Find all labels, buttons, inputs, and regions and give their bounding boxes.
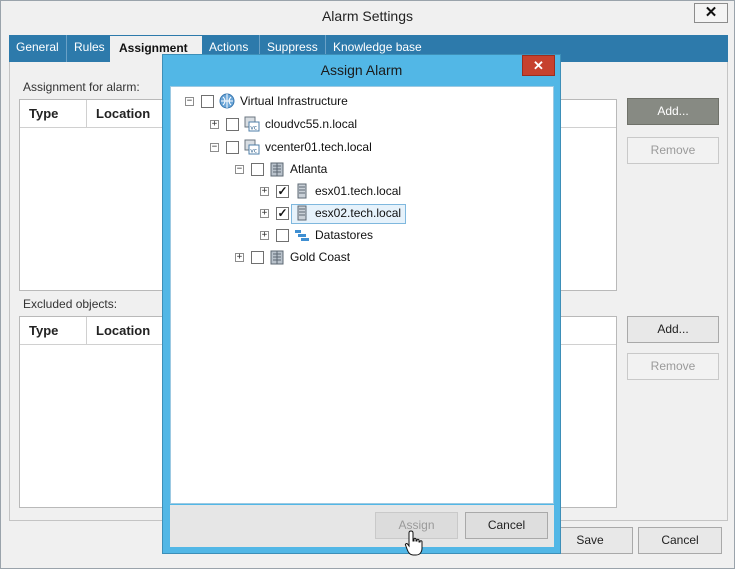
tree-node-label: Virtual Infrastructure [240, 94, 348, 108]
tree-node-atlanta[interactable]: − Atlanta [171, 159, 551, 179]
tree-node-vcenter01[interactable]: − vc vcenter01.tech.local [171, 137, 551, 157]
checkbox-checked[interactable]: ✓ [276, 207, 289, 220]
tab-rules[interactable]: Rules [66, 35, 110, 62]
excluded-remove-button[interactable]: Remove [627, 353, 719, 380]
column-type[interactable]: Type [20, 100, 86, 128]
checkbox[interactable] [251, 163, 264, 176]
datacenter-icon [270, 162, 284, 177]
window-title: Alarm Settings [1, 1, 734, 32]
expand-toggle[interactable]: + [260, 231, 269, 240]
vcenter-icon: vc [244, 116, 260, 132]
collapse-toggle[interactable]: − [235, 165, 244, 174]
tree-node-label: cloudvc55.n.local [265, 117, 358, 131]
tree-node-gold-coast[interactable]: + Gold Coast [171, 247, 551, 267]
tab-general[interactable]: General [9, 35, 65, 62]
infrastructure-icon [219, 93, 235, 109]
host-icon [297, 183, 307, 199]
tree-node-label: esx01.tech.local [315, 184, 402, 198]
assignment-remove-button[interactable]: Remove [627, 137, 719, 164]
expand-toggle[interactable]: + [210, 120, 219, 129]
column-type[interactable]: Type [20, 317, 86, 345]
vcenter-icon: vc [244, 139, 260, 155]
checkbox[interactable] [201, 95, 214, 108]
expand-toggle[interactable]: + [260, 187, 269, 196]
tree-node-esx01[interactable]: + ✓ esx01.tech.local [171, 181, 551, 201]
collapse-toggle[interactable]: − [210, 143, 219, 152]
dialog-cancel-button[interactable]: Cancel [465, 512, 548, 539]
hand-cursor-icon [404, 530, 423, 556]
checkbox[interactable] [226, 118, 239, 131]
tree-node-label: Atlanta [290, 162, 328, 176]
datastore-icon [295, 230, 309, 241]
datacenter-icon [270, 250, 284, 265]
checkbox-checked[interactable]: ✓ [276, 185, 289, 198]
dialog-footer: Assign Cancel [170, 505, 554, 547]
tree-node-label: Datastores [315, 228, 374, 242]
cancel-button[interactable]: Cancel [638, 527, 722, 554]
expand-toggle[interactable]: + [260, 209, 269, 218]
tree-node-esx02[interactable]: + ✓ esx02.tech.local [171, 203, 551, 223]
assign-alarm-dialog: Assign Alarm ✕ − Virtual Infrastructure … [162, 54, 561, 554]
tree-node-label: esx02.tech.local [315, 206, 402, 220]
svg-text:vc: vc [250, 125, 257, 132]
host-icon [297, 205, 307, 221]
tree-node-virtual-infrastructure[interactable]: − Virtual Infrastructure [171, 91, 551, 111]
excluded-section-label: Excluded objects: [23, 297, 118, 311]
dialog-title: Assign Alarm [320, 62, 403, 78]
checkbox[interactable] [251, 251, 264, 264]
checkbox[interactable] [226, 141, 239, 154]
checkbox[interactable] [276, 229, 289, 242]
tree-node-datastores[interactable]: + Datastores [171, 225, 551, 245]
collapse-toggle[interactable]: − [185, 97, 194, 106]
dialog-close-button[interactable]: ✕ [522, 55, 555, 76]
tree-node-cloudvc55[interactable]: + vc cloudvc55.n.local [171, 114, 551, 134]
window-close-button[interactable]: ✕ [694, 3, 728, 23]
assignment-section-label: Assignment for alarm: [23, 80, 140, 94]
tree-node-label: Gold Coast [290, 250, 351, 264]
assignment-add-button[interactable]: Add... [627, 98, 719, 125]
svg-text:vc: vc [250, 148, 257, 155]
expand-toggle[interactable]: + [235, 253, 244, 262]
tree-node-label: vcenter01.tech.local [265, 140, 372, 154]
infrastructure-tree: − Virtual Infrastructure + vc cloudvc55.… [170, 86, 554, 504]
excluded-add-button[interactable]: Add... [627, 316, 719, 343]
